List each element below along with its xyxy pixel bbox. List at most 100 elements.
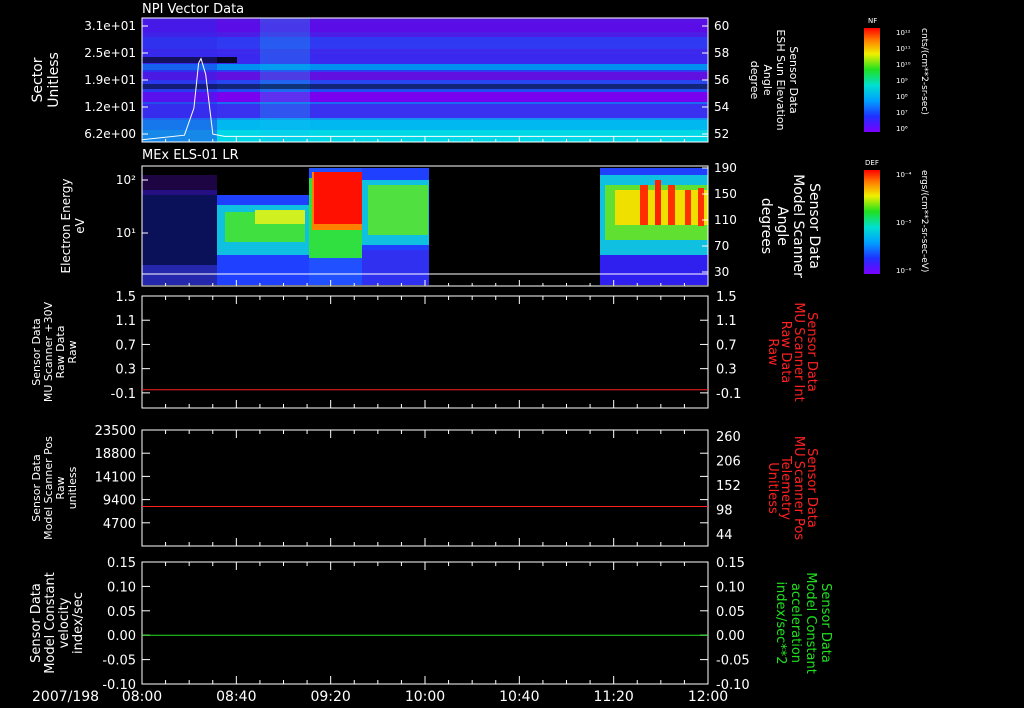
y2label-line: Model Constant: [803, 572, 818, 674]
y2label-line: Unitless: [765, 462, 780, 514]
y2label-line: index/sec**2: [773, 581, 788, 664]
time-series-plot: NPI Vector Data 3.1e+01 2.5e+01 1.9e+01 1.2…: [29, 2, 929, 705]
y2tick-label: 0.15: [716, 556, 745, 571]
colorbar-tick: 10⁶: [896, 125, 908, 133]
els-colorbar-ticks: 10⁻⁴ 10⁻⁵ 10⁻⁶: [896, 171, 912, 275]
scanner-pos-panel: 235001880014100940047002602061529844Sens…: [30, 424, 819, 547]
colorbar-tick: 10¹⁰: [896, 61, 911, 69]
y2tick-label: 0.00: [716, 629, 745, 644]
colorbar-tick: 10⁷: [896, 109, 908, 117]
ylabel-line: Sensor Data: [29, 583, 44, 663]
npi-y2label: Sensor DataESH Sun ElevationAngledegree: [748, 29, 800, 130]
y2label-line: Angle: [761, 64, 774, 96]
ytick-label: -0.1: [111, 387, 136, 402]
els-title: MEx ELS-01 LR: [142, 148, 239, 163]
ylabel-line: velocity: [57, 597, 72, 648]
y2tick-label: 260: [716, 430, 741, 445]
y2tick-label: -0.05: [716, 654, 750, 669]
npi-yticks-left: 3.1e+01 2.5e+01 1.9e+01 1.2e+01 6.2e+00: [84, 19, 148, 141]
time-axis: 2007/198 08:00 08:40 09:20 10:00 10:40 11:20 1…: [32, 689, 728, 705]
y2tick-label: 60: [714, 19, 729, 33]
y2tick-label: 1.1: [716, 314, 737, 329]
colorbar-tick: 10⁻⁵: [896, 219, 912, 227]
npi-ylabel-line2: Unitless: [46, 52, 62, 108]
els-ylabel-line2: eV: [73, 217, 87, 233]
els-colorbar: DEF 10⁻⁴ 10⁻⁵ 10⁻⁶ ergs/(cm**2-sr-sec-eV): [864, 159, 929, 275]
ytick-label: 3.1e+01: [84, 19, 136, 33]
ytick-label: 9400: [103, 494, 136, 509]
ytick-label: 2.5e+01: [84, 46, 136, 60]
ytick-label: 0.3: [115, 363, 136, 378]
ytick-label: 0.7: [115, 338, 136, 353]
ytick-label: 6.2e+00: [84, 127, 136, 141]
y2tick-label: 58: [714, 46, 729, 60]
colorbar-tick: 10⁹: [896, 77, 908, 85]
y2label-line: Raw: [765, 338, 780, 366]
ytick-label: 1.5: [115, 290, 136, 305]
y2label-line: Model Scanner: [790, 174, 806, 278]
y2tick-label: 98: [716, 504, 733, 519]
y2label-line: degrees: [758, 198, 774, 254]
y2label-line: ESH Sun Elevation: [774, 29, 787, 130]
y2tick-label: 56: [714, 73, 729, 87]
npi-title: NPI Vector Data: [142, 2, 244, 17]
y2tick-label: 206: [716, 455, 741, 470]
time-tick-label: 10:00: [405, 689, 445, 705]
y2label-line: Sensor Data: [787, 46, 800, 113]
colorbar-tick: 10¹²: [896, 29, 911, 37]
date-label: 2007/198: [32, 689, 99, 705]
ytick-label: 4700: [103, 517, 136, 532]
ytick-label: -0.05: [102, 654, 136, 669]
y2tick-label: 30: [714, 265, 729, 279]
y2tick-label: 152: [716, 479, 741, 494]
y2label-line: Sensor Data: [806, 183, 822, 269]
npi-colorbar-label: NF: [868, 17, 877, 25]
colorbar-tick: 10⁻⁶: [896, 267, 912, 275]
npi-colorbar: NF 10¹² 10¹¹ 10¹⁰ 10⁹ 10⁸ 10⁷ 10⁶ cnts/(cm**2-…: [864, 17, 929, 133]
npi-ylabel-line1: Sector: [30, 57, 46, 102]
y2tick-label: 0.05: [716, 605, 745, 620]
ytick-label: 0.05: [107, 605, 136, 620]
npi-colorbar-unit: cnts/(cm**2-sr-sec): [919, 28, 929, 115]
ytick-label: 18800: [95, 447, 136, 462]
ylabel-line: index/sec: [71, 592, 86, 654]
time-tick-label: 12:00: [688, 689, 728, 705]
colorbar-tick: 10⁻⁴: [896, 171, 912, 179]
els-panel: MEx ELS-01 LR 10²10¹ 1901501107030 Elect…: [59, 148, 929, 287]
y2tick-label: 0.10: [716, 580, 745, 595]
y2tick-label: 110: [714, 213, 737, 227]
y2tick-label: 0.7: [716, 338, 737, 353]
colorbar-tick: 10⁸: [896, 93, 908, 101]
time-tick-label: 10:40: [499, 689, 539, 705]
y2label-line: acceleration: [788, 583, 803, 663]
y2tick-label: 150: [714, 187, 737, 201]
ylabel-line: Raw: [66, 340, 79, 363]
ytick-label: 0.10: [107, 580, 136, 595]
npi-colorbar-ticks: 10¹² 10¹¹ 10¹⁰ 10⁹ 10⁸ 10⁷ 10⁶: [896, 29, 911, 133]
time-tick-label: 11:20: [593, 689, 633, 705]
npi-heatmap: [141, 17, 709, 143]
ytick-label: 1.1: [115, 314, 136, 329]
ytick-label: 10²: [116, 173, 136, 187]
ylabel-line: unitless: [66, 466, 79, 509]
time-tick-label: 09:20: [310, 689, 350, 705]
y2tick-label: 54: [714, 100, 729, 114]
y2label-line: Angle: [774, 206, 790, 246]
time-tick-label: 08:40: [216, 689, 256, 705]
y2tick-label: 52: [714, 127, 729, 141]
els-colorbar-label: DEF: [865, 159, 879, 167]
colorbar-tick: 10¹¹: [896, 45, 911, 53]
model-constant-panel: 0.150.100.050.00-0.05-0.100.150.100.050.…: [29, 556, 833, 693]
ylabel-line: Model Constant: [43, 572, 58, 674]
y2tick-label: 44: [716, 528, 733, 543]
ytick-label: 0.15: [107, 556, 136, 571]
ytick-label: 10¹: [116, 226, 136, 240]
els-y2label: Sensor DataModel ScannerAngledegrees: [758, 174, 822, 278]
y2tick-label: 190: [714, 161, 737, 175]
y2label-line: Sensor Data: [818, 583, 833, 663]
ytick-label: 1.9e+01: [84, 73, 136, 87]
npi-panel: NPI Vector Data 3.1e+01 2.5e+01 1.9e+01 1.2…: [30, 2, 929, 143]
ytick-label: 1.2e+01: [84, 100, 136, 114]
els-heatmap: [141, 165, 709, 287]
time-tick-label: 08:00: [122, 689, 162, 705]
